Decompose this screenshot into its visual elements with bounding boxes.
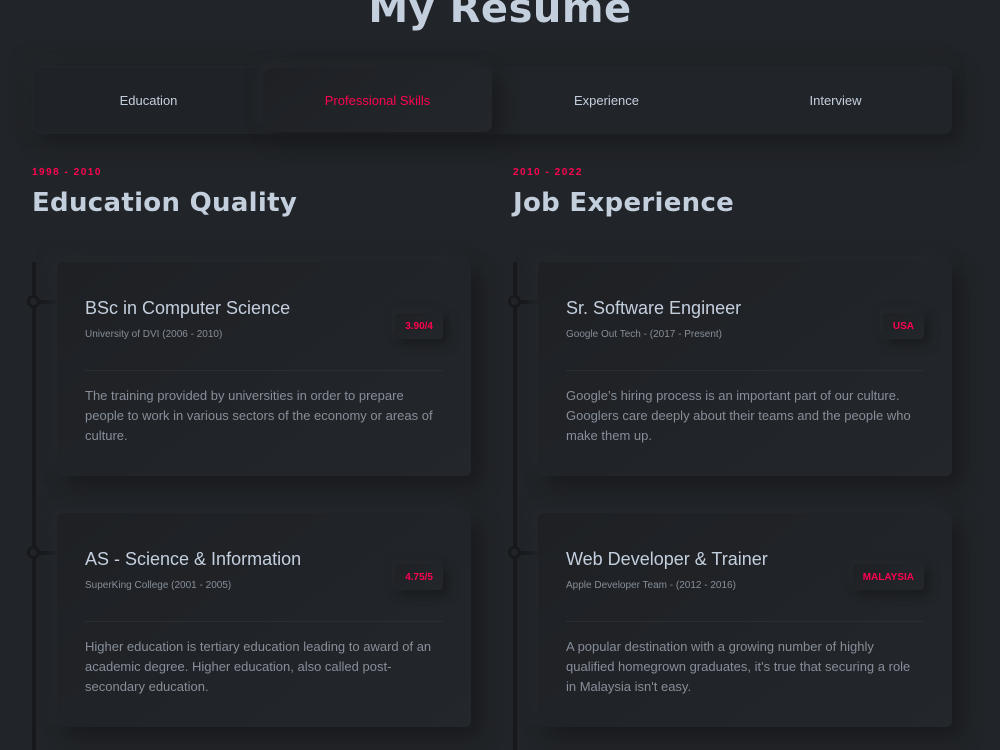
- card-divider: [566, 621, 924, 622]
- location-badge: MALAYSIA: [852, 564, 924, 590]
- card-description: Higher education is tertiary education l…: [85, 639, 432, 694]
- timeline-dot: [27, 295, 40, 308]
- card-title: Sr. Software Engineer: [566, 298, 742, 318]
- tab-experience[interactable]: Experience: [492, 68, 721, 132]
- education-years: 1998 - 2010: [32, 167, 102, 178]
- tab-education[interactable]: Education: [34, 68, 263, 132]
- timeline-line: [513, 262, 517, 750]
- timeline-dot: [508, 295, 521, 308]
- experience-card: Web Developer & Trainer Apple Developer …: [538, 513, 952, 727]
- education-heading: Education Quality: [32, 188, 298, 218]
- card-title: AS - Science & Information: [85, 549, 302, 569]
- tab-professional-skills[interactable]: Professional Skills: [263, 68, 492, 132]
- experience-years: 2010 - 2022: [513, 167, 583, 178]
- card-title: BSc in Computer Science: [85, 298, 291, 318]
- education-card: AS - Science & Information SuperKing Col…: [57, 513, 471, 727]
- experience-card: Sr. Software Engineer Google Out Tech - …: [538, 262, 952, 476]
- card-description: The training provided by universities in…: [85, 388, 433, 443]
- tab-interview[interactable]: Interview: [721, 68, 950, 132]
- card-divider: [85, 621, 443, 622]
- resume-tabs: Education Professional Skills Experience…: [32, 66, 952, 134]
- card-divider: [85, 370, 443, 371]
- grade-badge: 3.90/4: [395, 313, 443, 339]
- card-description: A popular destination with a growing num…: [566, 639, 911, 694]
- page-title: My Resume: [368, 0, 632, 32]
- card-divider: [566, 370, 924, 371]
- card-subtitle: University of DVI (2006 - 2010): [85, 329, 223, 340]
- grade-badge: 4.75/5: [395, 564, 443, 590]
- card-title: Web Developer & Trainer: [566, 549, 768, 569]
- education-card: BSc in Computer Science University of DV…: [57, 262, 471, 476]
- card-description: Google’s hiring process is an important …: [566, 388, 911, 443]
- card-subtitle: SuperKing College (2001 - 2005): [85, 580, 232, 591]
- timeline-line: [32, 262, 36, 750]
- timeline-dot: [27, 546, 40, 559]
- resume-page: My Resume Education Professional Skills …: [0, 0, 1000, 750]
- location-badge: USA: [882, 313, 924, 339]
- timeline-dot: [508, 546, 521, 559]
- card-subtitle: Apple Developer Team - (2012 - 2016): [566, 580, 736, 591]
- experience-heading: Job Experience: [513, 188, 735, 218]
- card-subtitle: Google Out Tech - (2017 - Present): [566, 329, 723, 340]
